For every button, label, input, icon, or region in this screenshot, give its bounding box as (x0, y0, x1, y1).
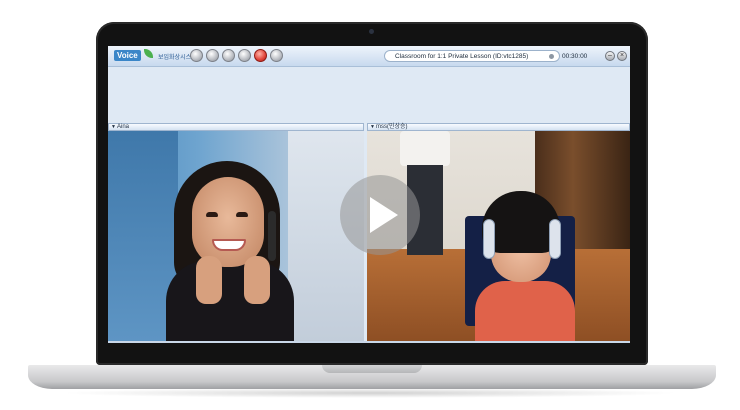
status-strip (108, 341, 630, 343)
session-timer: 00:30:00 (562, 53, 588, 60)
app-logo: Voice (114, 50, 141, 61)
eye (236, 212, 248, 217)
smile (212, 239, 246, 251)
left-video-feed (108, 131, 364, 341)
play-icon (370, 197, 398, 233)
teacher-hand (244, 256, 270, 304)
adult-shirt (400, 131, 450, 166)
minimize-button[interactable]: – (605, 51, 615, 61)
toolbar-button-3[interactable] (222, 49, 235, 62)
left-panel-header: ▼ Aina (108, 123, 364, 131)
teacher-hand (196, 256, 222, 304)
record-button[interactable] (254, 49, 267, 62)
laptop-screen: Voice 보임화상시스템 Classroom for 1:1 Private … (108, 46, 630, 343)
caret-down-icon[interactable]: ▼ (111, 124, 116, 131)
toolbar-button-1[interactable] (190, 49, 203, 62)
toolbar-button-6[interactable] (270, 49, 283, 62)
classroom-info-pill: Classroom for 1:1 Private Lesson (ID:vtc… (384, 50, 587, 62)
laptop-lid: Voice 보임화상시스템 Classroom for 1:1 Private … (96, 22, 648, 365)
right-panel-header: ▼ mss(민상승) (367, 123, 630, 131)
webcam-dot (369, 29, 374, 34)
headphone-icon (483, 219, 495, 259)
toolbar-button-2[interactable] (206, 49, 219, 62)
teacher-face (192, 177, 264, 267)
laptop-base (28, 365, 716, 389)
left-participant-name: Aina (117, 124, 130, 130)
classroom-title: Classroom for 1:1 Private Lesson (ID:vtc… (395, 53, 529, 60)
leaf-logo-icon (144, 49, 153, 58)
eye (206, 212, 218, 217)
headphone-icon (549, 219, 561, 259)
laptop-shadow (60, 388, 680, 398)
teacher-body (166, 261, 294, 341)
student-body (475, 281, 575, 341)
caret-down-icon[interactable]: ▼ (370, 124, 375, 131)
app-titlebar: Voice 보임화상시스템 Classroom for 1:1 Private … (108, 46, 630, 67)
headset-icon (268, 211, 276, 261)
timer-status-icon (549, 54, 554, 59)
play-button[interactable] (340, 175, 420, 255)
toolbar-button-4[interactable] (238, 49, 251, 62)
close-button[interactable]: × (617, 51, 627, 61)
lid-opening-notch (322, 365, 422, 373)
right-participant-name: mss(민상승) (376, 124, 408, 130)
